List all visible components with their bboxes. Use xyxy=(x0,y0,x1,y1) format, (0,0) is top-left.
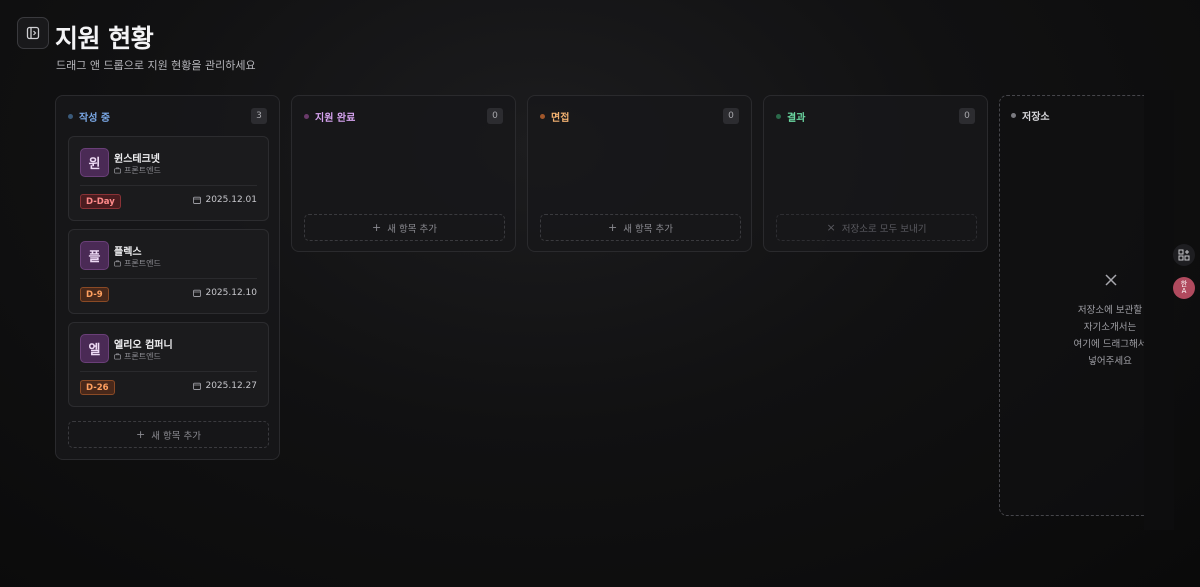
add-item-label: 새 항목 추가 xyxy=(151,430,201,442)
date-row: 2025.12.27 xyxy=(193,381,257,391)
count-badge: 0 xyxy=(723,108,739,124)
application-card[interactable]: 엘 엘리오 컴퍼니 프론트엔드 D-26 2025.12.27 xyxy=(68,322,269,407)
add-item-button[interactable]: + 새 항목 추가 xyxy=(68,421,269,448)
status-dot xyxy=(68,113,73,119)
role-label: 프론트엔드 xyxy=(124,259,161,268)
application-card[interactable]: 윈 윈스테크넷 프론트엔드 D-Day 2025.12.01 xyxy=(68,136,269,221)
role-row: 프론트엔드 xyxy=(114,351,161,362)
add-item-label: 새 항목 추가 xyxy=(387,223,437,235)
column-title: 결과 xyxy=(787,112,806,124)
company-avatar: 윈 xyxy=(80,148,109,177)
add-item-button[interactable]: + 새 항목 추가 xyxy=(540,214,741,241)
column-header: 지원 완료 0 xyxy=(304,108,503,124)
layout-button[interactable] xyxy=(1173,244,1195,266)
plus-icon: + xyxy=(136,428,146,441)
count-badge: 0 xyxy=(959,108,975,124)
column-interview: 면접 0 + 새 항목 추가 xyxy=(527,95,752,252)
company-name: 엘리오 컴퍼니 xyxy=(114,340,173,351)
plus-icon: + xyxy=(608,221,618,234)
column-header: 결과 0 xyxy=(776,108,975,124)
deadline-date: 2025.12.10 xyxy=(205,288,257,298)
plus-icon: + xyxy=(372,221,382,234)
deadline-badge: D-26 xyxy=(80,380,115,395)
briefcase-icon xyxy=(114,167,121,174)
card-divider xyxy=(80,371,257,372)
company-name: 윈스테크넷 xyxy=(114,154,160,165)
role-label: 프론트엔드 xyxy=(124,352,161,361)
calendar-icon xyxy=(193,289,202,297)
viewport-edge xyxy=(1144,90,1174,530)
column-header: 작성 중 3 xyxy=(68,108,267,124)
status-dot xyxy=(540,113,545,119)
calendar-icon xyxy=(193,196,202,204)
send-all-label: 저장소로 모두 보내기 xyxy=(841,223,927,235)
date-row: 2025.12.01 xyxy=(193,195,257,205)
layout-icon xyxy=(1178,249,1190,261)
column-title: 작성 중 xyxy=(79,112,111,124)
page-title: 지원 현황 xyxy=(55,24,154,53)
close-icon xyxy=(1105,274,1117,286)
date-row: 2025.12.10 xyxy=(193,288,257,298)
column-title: 지원 완료 xyxy=(315,112,356,124)
count-badge: 3 xyxy=(251,108,267,124)
translate-icon: 한 A xyxy=(1180,280,1188,295)
add-item-button[interactable]: + 새 항목 추가 xyxy=(304,214,505,241)
storage-header: 저장소 xyxy=(1011,107,1146,123)
send-all-to-storage-button[interactable]: × 저장소로 모두 보내기 xyxy=(776,214,977,241)
application-card[interactable]: 플 플렉스 프론트엔드 D-9 2025.12.10 xyxy=(68,229,269,314)
translate-button[interactable]: 한 A xyxy=(1173,277,1195,299)
sidebar-panel-icon xyxy=(26,26,40,40)
deadline-badge: D-Day xyxy=(80,194,121,209)
deadline-date: 2025.12.27 xyxy=(205,381,257,391)
deadline-date: 2025.12.01 xyxy=(205,195,257,205)
calendar-icon xyxy=(193,382,202,390)
column-result: 결과 0 × 저장소로 모두 보내기 xyxy=(763,95,988,252)
count-badge: 0 xyxy=(487,108,503,124)
role-row: 프론트엔드 xyxy=(114,258,161,269)
column-title: 면접 xyxy=(551,112,570,124)
storage-dropzone[interactable]: 저장소 저장소에 보관할 자기소개서는 여기에 드래그해서 넣어주세요 xyxy=(999,95,1159,516)
role-label: 프론트엔드 xyxy=(124,166,161,175)
company-avatar: 엘 xyxy=(80,334,109,363)
briefcase-icon xyxy=(114,260,121,267)
company-avatar: 플 xyxy=(80,241,109,270)
storage-title: 저장소 xyxy=(1022,111,1050,123)
card-divider xyxy=(80,278,257,279)
column-applied: 지원 완료 0 + 새 항목 추가 xyxy=(291,95,516,252)
role-row: 프론트엔드 xyxy=(114,165,161,176)
close-icon: × xyxy=(826,221,836,234)
add-item-label: 새 항목 추가 xyxy=(623,223,673,235)
company-name: 플렉스 xyxy=(114,247,142,258)
card-divider xyxy=(80,185,257,186)
status-dot xyxy=(776,113,781,119)
status-dot xyxy=(1011,112,1016,118)
page-subtitle: 드래그 앤 드롭으로 지원 현황을 관리하세요 xyxy=(56,59,256,72)
sidebar-toggle-button[interactable] xyxy=(17,17,49,49)
column-header: 면접 0 xyxy=(540,108,739,124)
briefcase-icon xyxy=(114,353,121,360)
status-dot xyxy=(304,113,309,119)
deadline-badge: D-9 xyxy=(80,287,109,302)
column-writing: 작성 중 3 윈 윈스테크넷 프론트엔드 D-Day 2025.12.01 플 … xyxy=(55,95,280,460)
